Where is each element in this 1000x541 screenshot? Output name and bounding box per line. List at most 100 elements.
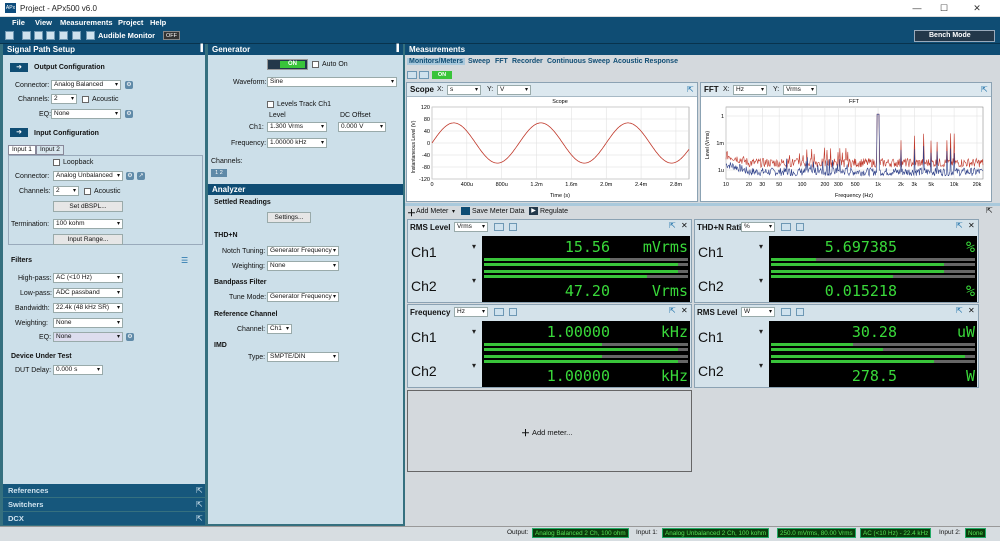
references-bar[interactable]: References [3,484,205,497]
new-project-icon[interactable] [5,31,14,40]
meter-unit-select[interactable]: Vrms [454,222,488,232]
notch-tuning-select[interactable]: Generator Frequency [267,246,339,256]
meter-ch1-dropdown-icon[interactable]: ▾ [759,242,763,251]
status-input1-value[interactable]: Analog Unbalanced 2 Ch, 100 kohm [662,528,770,538]
input-connector-link-icon[interactable]: ↗ [137,172,145,180]
meter-ch2-dropdown-icon[interactable]: ▾ [472,276,476,285]
meter-ch1-dropdown-icon[interactable]: ▾ [472,327,476,336]
imd-type-select[interactable]: SMPTE/DIN [267,352,339,362]
scope-x-unit-select[interactable]: s [447,85,481,95]
weighting-select[interactable]: None [53,318,123,328]
status-input1-filter[interactable]: AC (<10 Hz) - 22.4 kHz [860,528,932,538]
input-acoustic-checkbox[interactable] [84,188,91,195]
meter-close-icon[interactable]: ✕ [681,221,688,230]
scope-expand-icon[interactable]: ⇱ [687,85,694,94]
meter-format-icon[interactable] [781,308,791,316]
minimize-button[interactable]: — [906,2,928,14]
meter-expand-icon[interactable]: ⇱ [669,221,676,230]
auto-on-checkbox[interactable] [312,61,319,68]
meter-format-icon[interactable] [781,223,791,231]
tab-fft[interactable]: FFT [495,58,508,65]
meter-close-icon[interactable]: ✕ [968,221,975,230]
dut-delay-spinner[interactable]: 0.000 s [53,365,103,375]
menu-view[interactable]: View [35,18,52,27]
meter-format-icon[interactable] [494,308,504,316]
meter-ch2-dropdown-icon[interactable]: ▾ [472,361,476,370]
menu-measurements[interactable]: Measurements [60,18,113,27]
meter-ch2-dropdown-icon[interactable]: ▾ [759,276,763,285]
input-range-button[interactable]: Input Range... [53,234,123,245]
tab-sweep[interactable]: Sweep [468,58,490,65]
generator-channels-badge[interactable]: 1 2 [211,169,227,177]
filters-collapse-icon[interactable]: ☰ [181,256,188,265]
levels-track-checkbox[interactable] [267,101,274,108]
bandwidth-select[interactable]: 22.4k (48 kHz SR) [53,303,123,313]
ref-channel-select[interactable]: Ch1 [267,324,292,334]
meter-expand-icon[interactable]: ⇱ [956,221,963,230]
meter-settings-icon[interactable] [796,308,804,316]
termination-select[interactable]: 100 kohm [53,219,123,229]
save-meter-icon[interactable] [461,207,470,215]
level-input[interactable]: 1.300 Vrms [267,122,327,132]
set-dbspl-button[interactable]: Set dBSPL... [53,201,123,212]
settled-settings-button[interactable]: Settings... [267,212,311,223]
input-connector-gear-icon[interactable]: ⚙ [126,172,134,180]
generator-toggle[interactable]: ON [267,59,308,70]
meter-expand-icon[interactable]: ⇱ [669,306,676,315]
dcx-bar[interactable]: DCX [3,512,205,525]
status-input1-level[interactable]: 250.0 mVrms, 80.00 Vrms [777,528,856,538]
display-mode-icon[interactable] [407,71,417,79]
tab-input-2[interactable]: Input 2 [36,145,64,155]
tab-acoustic-response[interactable]: Acoustic Response [613,58,678,65]
regulate-button[interactable]: Regulate [540,208,568,215]
input-channels-spinner[interactable]: 2 [53,186,79,196]
menu-project[interactable]: Project [118,18,143,27]
loopback-checkbox[interactable] [53,159,60,166]
input-connector-select[interactable]: Analog Unbalanced [53,171,123,181]
meter-ch2-dropdown-icon[interactable]: ▾ [759,361,763,370]
meter-settings-icon[interactable] [509,223,517,231]
scope-y-unit-select[interactable]: V [497,85,531,95]
meter-unit-select[interactable]: Hz [454,307,488,317]
output-channels-spinner[interactable]: 2 [51,94,77,104]
meter-settings-icon[interactable] [796,223,804,231]
close-button[interactable]: ✕ [966,2,988,14]
filter-eq-gear-icon[interactable]: ⚙ [126,333,134,341]
speaker-icon[interactable] [86,31,95,40]
meter-unit-select[interactable]: W [741,307,775,317]
meter-ch1-dropdown-icon[interactable]: ▾ [759,327,763,336]
output-acoustic-checkbox[interactable] [82,96,89,103]
frequency-input[interactable]: 1.00000 kHz [267,138,327,148]
meter-expand-icon[interactable]: ⇱ [956,306,963,315]
lowpass-select[interactable]: ADC passband [53,288,123,298]
status-output-value[interactable]: Analog Balanced 2 Ch, 100 ohm [532,528,629,538]
fft-expand-icon[interactable]: ⇱ [981,85,988,94]
sequence-icon[interactable] [72,31,81,40]
mid-panel-pin-icon[interactable]: ▐ [394,45,399,52]
meter-close-icon[interactable]: ✕ [968,306,975,315]
layout-icon[interactable] [419,71,429,79]
meter-close-icon[interactable]: ✕ [681,306,688,315]
meter-settings-icon[interactable] [509,308,517,316]
fft-x-unit-select[interactable]: Hz [733,85,767,95]
add-meter-dropdown-icon[interactable]: ▾ [452,208,455,215]
bench-mode-select[interactable]: Bench Mode [914,30,995,42]
output-connector-select[interactable]: Analog Balanced [51,80,121,90]
status-input2-value[interactable]: None [965,528,987,538]
dc-offset-input[interactable]: 0.000 V [338,122,386,132]
save-project-icon[interactable] [34,31,43,40]
measurement-on-toggle[interactable]: ON [432,71,452,79]
output-eq-select[interactable]: None [51,109,121,119]
meter-toolbar-collapse-icon[interactable]: ⇱ [986,206,993,215]
meter-ch1-dropdown-icon[interactable]: ▾ [472,242,476,251]
fft-y-unit-select[interactable]: Vrms [783,85,817,95]
output-connector-gear-icon[interactable]: ⚙ [125,81,133,89]
tab-input-1[interactable]: Input 1 [8,145,36,155]
dcx-expand-icon[interactable]: ⇱ [196,514,203,523]
maximize-button[interactable]: ☐ [933,2,955,14]
menu-file[interactable]: File [12,18,25,27]
report-icon[interactable] [59,31,68,40]
audible-monitor-toggle[interactable]: OFF [163,31,180,40]
meter-unit-select[interactable]: % [741,222,775,232]
meter-format-icon[interactable] [494,223,504,231]
